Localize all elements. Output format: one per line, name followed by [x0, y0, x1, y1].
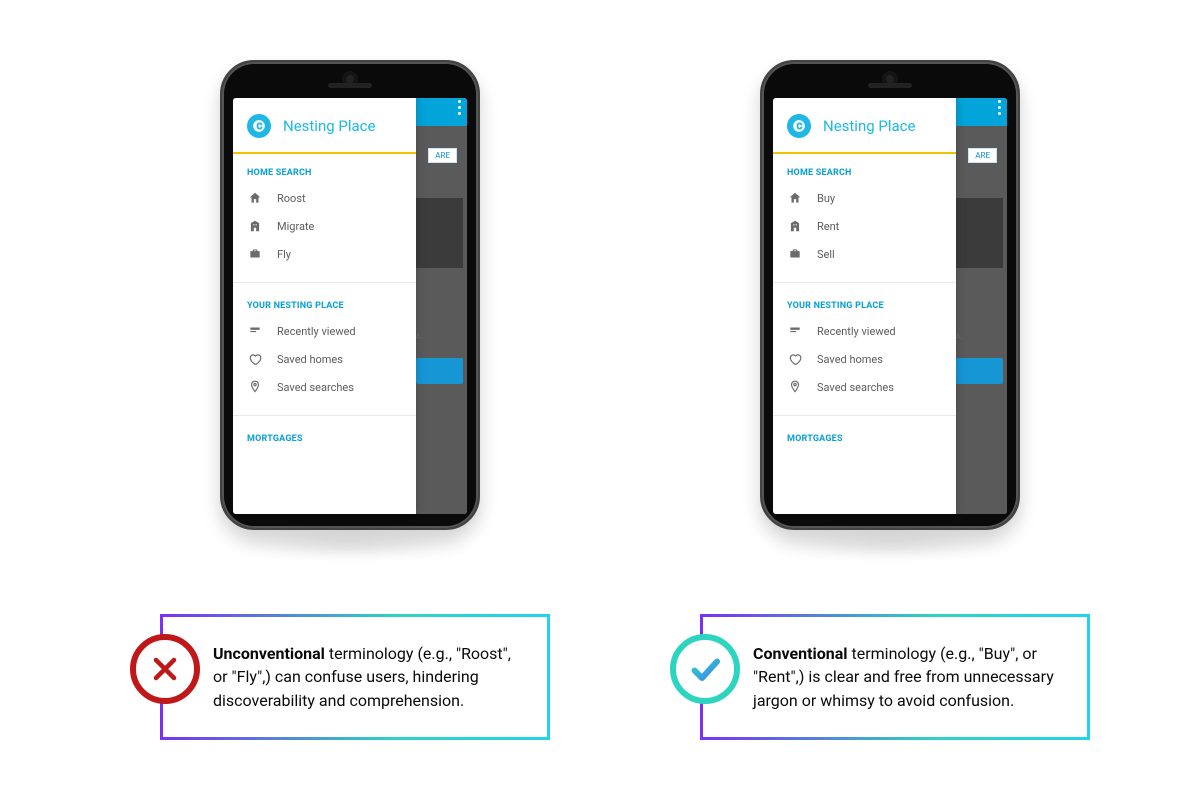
building-icon	[247, 219, 263, 233]
brand-title: Nesting Place	[283, 117, 375, 135]
x-badge-icon	[130, 634, 200, 704]
recent-icon	[247, 324, 263, 338]
divider	[233, 415, 416, 416]
callout-body: Conventional terminology (e.g., "Buy", o…	[703, 617, 1087, 737]
callout-bold: Conventional	[753, 644, 848, 663]
share-button[interactable]: ARE	[428, 148, 457, 163]
divider	[233, 282, 416, 283]
phone-reflection	[760, 532, 1020, 558]
comparison-diagram: ARE A. Nesting Place HOME SEARCH	[0, 0, 1200, 800]
phone-earpiece-icon	[868, 83, 912, 88]
brand-logo-icon	[247, 114, 271, 138]
section-header-home-search: HOME SEARCH	[773, 154, 956, 184]
callout-text: Conventional terminology (e.g., "Buy", o…	[753, 642, 1069, 712]
section-header-mortgages: MORTGAGES	[233, 420, 416, 450]
more-menu-icon[interactable]	[458, 106, 461, 109]
background-text: A.	[416, 332, 423, 341]
phone-frame: ARE A. Nesting Place HOME SEARCH	[760, 60, 1020, 530]
phone-camera-icon	[886, 75, 894, 83]
menu-item-saved-searches[interactable]: Saved searches	[233, 373, 416, 401]
nav-drawer: Nesting Place HOME SEARCH Roost Migrate …	[233, 98, 416, 514]
menu-label: Saved searches	[817, 381, 894, 394]
menu-label: Recently viewed	[277, 325, 356, 338]
menu-label: Roost	[277, 192, 306, 205]
menu-label: Migrate	[277, 220, 314, 233]
menu-label: Buy	[817, 192, 835, 205]
briefcase-icon	[787, 247, 803, 261]
phone-screen: ARE A. Nesting Place HOME SEARCH	[233, 98, 467, 514]
section-header-nesting-place: YOUR NESTING PLACE	[233, 287, 416, 317]
divider	[773, 415, 956, 416]
menu-item-rent[interactable]: Rent	[773, 212, 956, 240]
briefcase-icon	[247, 247, 263, 261]
brand-logo-icon	[787, 114, 811, 138]
callout-bold: Unconventional	[213, 644, 325, 663]
background-button	[956, 358, 1003, 384]
menu-item-roost[interactable]: Roost	[233, 184, 416, 212]
menu-label: Saved homes	[817, 353, 883, 366]
pin-icon	[247, 380, 263, 394]
menu-label: Fly	[277, 248, 291, 261]
section-header-nesting-place: YOUR NESTING PLACE	[773, 287, 956, 317]
recent-icon	[787, 324, 803, 338]
brand-header: Nesting Place	[233, 98, 416, 152]
building-icon	[787, 219, 803, 233]
menu-item-saved-homes[interactable]: Saved homes	[233, 345, 416, 373]
menu-item-fly[interactable]: Fly	[233, 240, 416, 268]
share-button[interactable]: ARE	[968, 148, 997, 163]
menu-item-recently-viewed[interactable]: Recently viewed	[233, 317, 416, 345]
menu-item-migrate[interactable]: Migrate	[233, 212, 416, 240]
callout-text: Unconventional terminology (e.g., "Roost…	[213, 642, 529, 712]
menu-item-sell[interactable]: Sell	[773, 240, 956, 268]
background-image	[416, 198, 463, 268]
nav-drawer: Nesting Place HOME SEARCH Buy Rent Sell …	[773, 98, 956, 514]
menu-label: Sell	[817, 248, 835, 261]
check-badge-icon	[670, 634, 740, 704]
section-header-home-search: HOME SEARCH	[233, 154, 416, 184]
callout-body: Unconventional terminology (e.g., "Roost…	[163, 617, 547, 737]
menu-item-buy[interactable]: Buy	[773, 184, 956, 212]
background-button	[416, 358, 463, 384]
phone-camera-icon	[346, 75, 354, 83]
menu-label: Saved homes	[277, 353, 343, 366]
menu-item-recently-viewed[interactable]: Recently viewed	[773, 317, 956, 345]
more-menu-icon[interactable]	[998, 106, 1001, 109]
phone-frame: ARE A. Nesting Place HOME SEARCH	[220, 60, 480, 530]
menu-label: Rent	[817, 220, 839, 233]
menu-label: Saved searches	[277, 381, 354, 394]
phone-reflection	[220, 532, 480, 558]
phone-bad-example: ARE A. Nesting Place HOME SEARCH	[220, 60, 480, 540]
section-header-mortgages: MORTGAGES	[773, 420, 956, 450]
menu-label: Recently viewed	[817, 325, 896, 338]
callout-bad: Unconventional terminology (e.g., "Roost…	[130, 600, 550, 740]
heart-icon	[787, 352, 803, 366]
phone-screen: ARE A. Nesting Place HOME SEARCH	[773, 98, 1007, 514]
background-text: A.	[956, 332, 963, 341]
brand-header: Nesting Place	[773, 98, 956, 152]
pin-icon	[787, 380, 803, 394]
divider	[773, 282, 956, 283]
phone-good-example: ARE A. Nesting Place HOME SEARCH	[760, 60, 1020, 540]
menu-item-saved-searches[interactable]: Saved searches	[773, 373, 956, 401]
callout-border: Unconventional terminology (e.g., "Roost…	[160, 614, 550, 740]
heart-icon	[247, 352, 263, 366]
house-icon	[247, 191, 263, 205]
phone-earpiece-icon	[328, 83, 372, 88]
background-image	[956, 198, 1003, 268]
house-icon	[787, 191, 803, 205]
brand-title: Nesting Place	[823, 117, 915, 135]
callout-good: Conventional terminology (e.g., "Buy", o…	[670, 600, 1090, 740]
callout-border: Conventional terminology (e.g., "Buy", o…	[700, 614, 1090, 740]
menu-item-saved-homes[interactable]: Saved homes	[773, 345, 956, 373]
